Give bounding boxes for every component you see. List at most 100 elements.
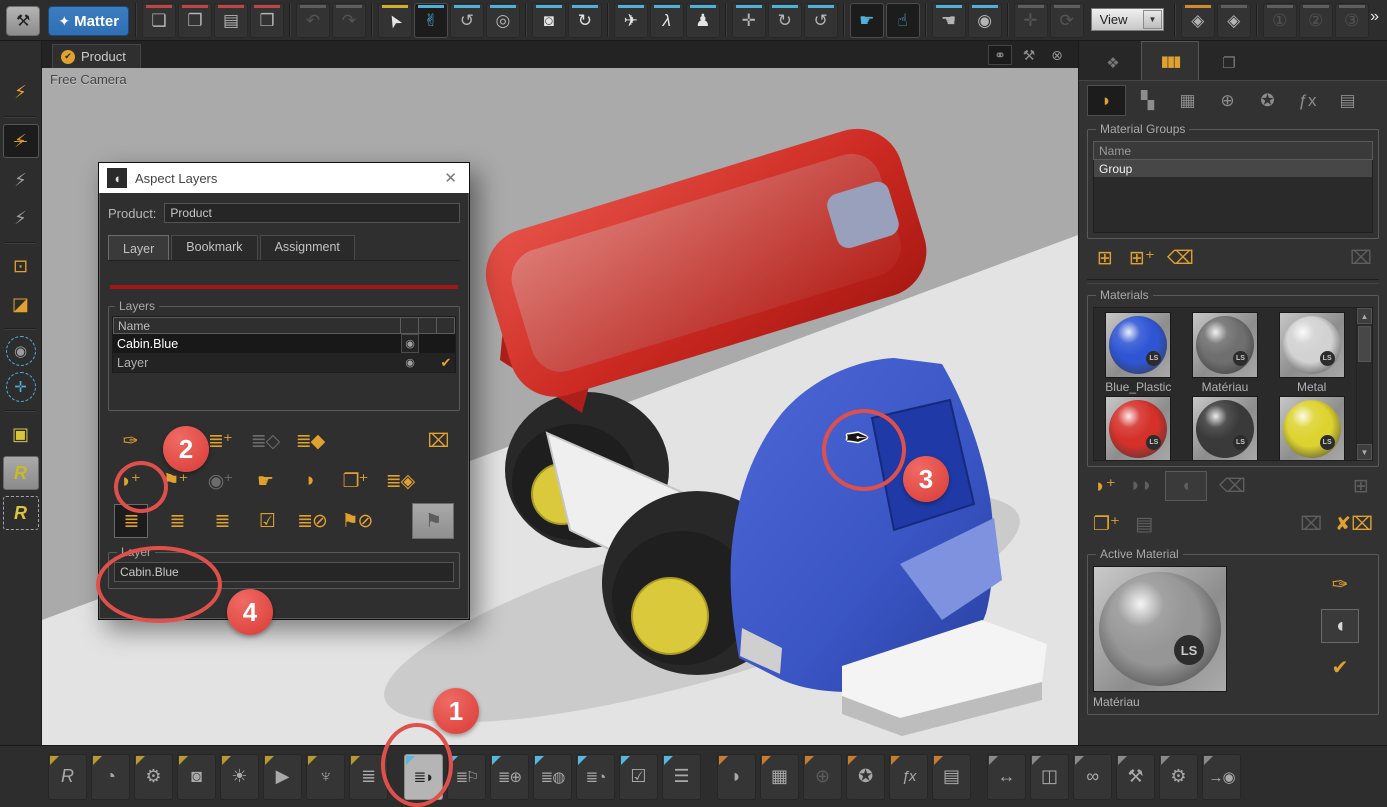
add-target-button[interactable]: ✛ bbox=[6, 372, 36, 402]
touch-eye-button[interactable]: ◉ bbox=[968, 3, 1002, 38]
delete-group-button[interactable]: ⌧ bbox=[1349, 247, 1373, 270]
camera-2-button[interactable]: ② bbox=[1299, 3, 1333, 38]
camera-projection-button[interactable]: ◙ bbox=[532, 3, 566, 38]
validation-button[interactable]: ☑ bbox=[619, 754, 658, 800]
pedestrian-mode-button[interactable]: ♟ bbox=[686, 3, 720, 38]
clipping-button[interactable]: ◫ bbox=[1030, 754, 1069, 800]
viewport-tools-icon[interactable]: ⚒ bbox=[1018, 46, 1040, 64]
visibility-eye-icon[interactable]: ◉ bbox=[405, 356, 415, 369]
pick-layer-button[interactable]: ✑ bbox=[114, 425, 146, 457]
film-library-button[interactable]: ▤ bbox=[932, 754, 971, 800]
orbit-tool-button[interactable]: ↺ bbox=[450, 3, 484, 38]
layer-row-default[interactable]: Layer ◉ ✔ bbox=[113, 353, 455, 372]
tab-assignment[interactable]: Assignment bbox=[260, 235, 355, 260]
material-item[interactable]: LS Blue_Plastic bbox=[1096, 312, 1181, 394]
render-region-image-button[interactable]: R bbox=[3, 496, 39, 530]
flip-next-button[interactable]: ◈ bbox=[1217, 3, 1251, 38]
material-item[interactable]: LS bbox=[1183, 396, 1268, 461]
select-tool-button[interactable]: ➤ bbox=[378, 3, 412, 38]
touch-rotate-button[interactable]: ☛ bbox=[850, 3, 884, 38]
product-field[interactable] bbox=[164, 203, 460, 223]
material-library-button[interactable]: ◗ bbox=[717, 754, 756, 800]
rename-group-button[interactable]: ⌫ bbox=[1167, 247, 1194, 270]
save-as-button[interactable]: ❒ bbox=[250, 3, 284, 38]
active-column-header[interactable] bbox=[437, 317, 455, 334]
camera-turntable-button[interactable]: ↻ bbox=[568, 3, 602, 38]
presentation-button[interactable]: ◪ bbox=[4, 288, 38, 320]
render-off-button[interactable]: ⚡ bbox=[3, 124, 39, 158]
tab-bookmark[interactable]: Bookmark bbox=[171, 235, 257, 260]
material-item[interactable]: LS bbox=[1269, 396, 1354, 461]
panel-splitter[interactable] bbox=[1087, 279, 1379, 284]
add-visibility-layer-button[interactable]: ◉⁺ bbox=[204, 465, 236, 497]
add-material-button[interactable]: ◗⁺ bbox=[1093, 475, 1117, 498]
duplicate-material-button[interactable]: ◖ bbox=[1165, 471, 1207, 501]
aspect-layers-look-button[interactable]: ≣◍ bbox=[533, 754, 572, 800]
measurement-button[interactable]: ↔ bbox=[987, 754, 1026, 800]
add-materials-button[interactable]: ◗◗ bbox=[1129, 475, 1153, 497]
add-layer-folder-button[interactable]: ❐⁺ bbox=[339, 465, 371, 497]
render-region-button[interactable]: ⊡ bbox=[4, 250, 38, 282]
flip-prev-button[interactable]: ◈ bbox=[1181, 3, 1215, 38]
add-layer-button[interactable]: ≣⁺ bbox=[204, 425, 236, 457]
visibility-column-header[interactable] bbox=[401, 317, 419, 334]
category-fx-button[interactable]: ƒx bbox=[1289, 86, 1326, 115]
apply-layers-2-button[interactable]: ≣ bbox=[161, 505, 193, 537]
eye-target-button[interactable]: ◉ bbox=[6, 336, 36, 366]
aspect-layers-timeline-button[interactable]: ≣◔ bbox=[576, 754, 615, 800]
category-effects-button[interactable]: ✪ bbox=[1249, 86, 1286, 115]
render-window-button[interactable]: ⚡ bbox=[4, 164, 38, 196]
material-item[interactable]: LS Metal bbox=[1269, 312, 1354, 394]
rotate-object-button[interactable]: ↻ bbox=[768, 3, 802, 38]
image-library-button[interactable]: ▦ bbox=[760, 754, 799, 800]
category-environments-button[interactable]: ⊕ bbox=[1209, 86, 1246, 115]
tab-product[interactable]: ✔ Product bbox=[52, 44, 141, 68]
assign-material-button[interactable]: ✔ bbox=[1332, 655, 1349, 680]
environment-library-button[interactable]: ⊕ bbox=[803, 754, 842, 800]
group-name-filter[interactable]: Name bbox=[1093, 141, 1373, 160]
materials-scrollbar[interactable]: ▲ ▼ bbox=[1356, 308, 1372, 460]
save-button[interactable]: ▤ bbox=[214, 3, 248, 38]
animation-editor-button[interactable]: ▶ bbox=[263, 754, 302, 800]
category-materials-button[interactable]: ◗ bbox=[1087, 85, 1126, 116]
tag-off-button[interactable]: ⚑ bbox=[412, 503, 454, 539]
save-material-button[interactable]: ▤ bbox=[1132, 513, 1156, 536]
open-file-button[interactable]: ❐ bbox=[178, 3, 212, 38]
material-ball-button[interactable]: ◖ bbox=[1321, 609, 1359, 643]
layer-row-cabin-blue[interactable]: Cabin.Blue ◉ bbox=[113, 334, 455, 353]
dialog-titlebar[interactable]: ◖ Aspect Layers ✕ bbox=[99, 163, 469, 193]
add-subgroup-button[interactable]: ⊞⁺ bbox=[1129, 247, 1155, 270]
checklist-button[interactable]: ☰ bbox=[662, 754, 701, 800]
fx-library-button[interactable]: ƒx bbox=[889, 754, 928, 800]
rotate-world-button[interactable]: ↺ bbox=[804, 3, 838, 38]
add-material-folder-button[interactable]: ❐⁺ bbox=[1093, 513, 1120, 536]
aspect-layers-environment-button[interactable]: ≣⊕ bbox=[490, 754, 529, 800]
visibility-eye-icon[interactable]: ◉ bbox=[405, 337, 415, 350]
scheduler-button[interactable]: ⚙ bbox=[1159, 754, 1198, 800]
service-button[interactable]: ⚒ bbox=[1116, 754, 1155, 800]
viewport-close-icon[interactable]: ⊗ bbox=[1046, 46, 1068, 64]
settings-wrench-button[interactable]: ⚒ bbox=[6, 6, 40, 36]
view-dropdown[interactable]: View ▼ bbox=[1091, 8, 1164, 31]
group-row[interactable]: Group bbox=[1094, 160, 1372, 177]
touch-zoom-button[interactable]: ☝ bbox=[886, 3, 920, 38]
scroll-track[interactable] bbox=[1357, 324, 1372, 444]
tab-library-folder[interactable]: ❐ bbox=[1199, 45, 1257, 80]
image-history-button[interactable]: ◔ bbox=[91, 754, 130, 800]
add-group-button[interactable]: ⊞ bbox=[1093, 247, 1117, 270]
erase-material-button[interactable]: ⌫ bbox=[1219, 475, 1246, 498]
grab-layer-button[interactable]: ☛ bbox=[249, 465, 281, 497]
pan-tool-button[interactable]: ✌ bbox=[414, 3, 448, 38]
fly-mode-button[interactable]: ✈ bbox=[614, 3, 648, 38]
camera-3-button[interactable]: ③ bbox=[1335, 3, 1369, 38]
matter-app-button[interactable]: ✦ Matter bbox=[48, 6, 129, 36]
touch-off-button[interactable]: ☚ bbox=[932, 3, 966, 38]
scroll-thumb[interactable] bbox=[1358, 326, 1371, 362]
scroll-up-button[interactable]: ▲ bbox=[1357, 308, 1372, 324]
grid-view-button[interactable]: ⊞ bbox=[1349, 475, 1373, 498]
delete-layer-button[interactable]: ⌧ bbox=[422, 425, 454, 457]
material-item[interactable]: LS Matériau bbox=[1183, 312, 1268, 394]
render-points-button[interactable]: ⚡ bbox=[4, 202, 38, 234]
tab-library[interactable]: ▮▮▮ bbox=[1141, 41, 1199, 80]
apply-layers-3-button[interactable]: ≣ bbox=[206, 505, 238, 537]
